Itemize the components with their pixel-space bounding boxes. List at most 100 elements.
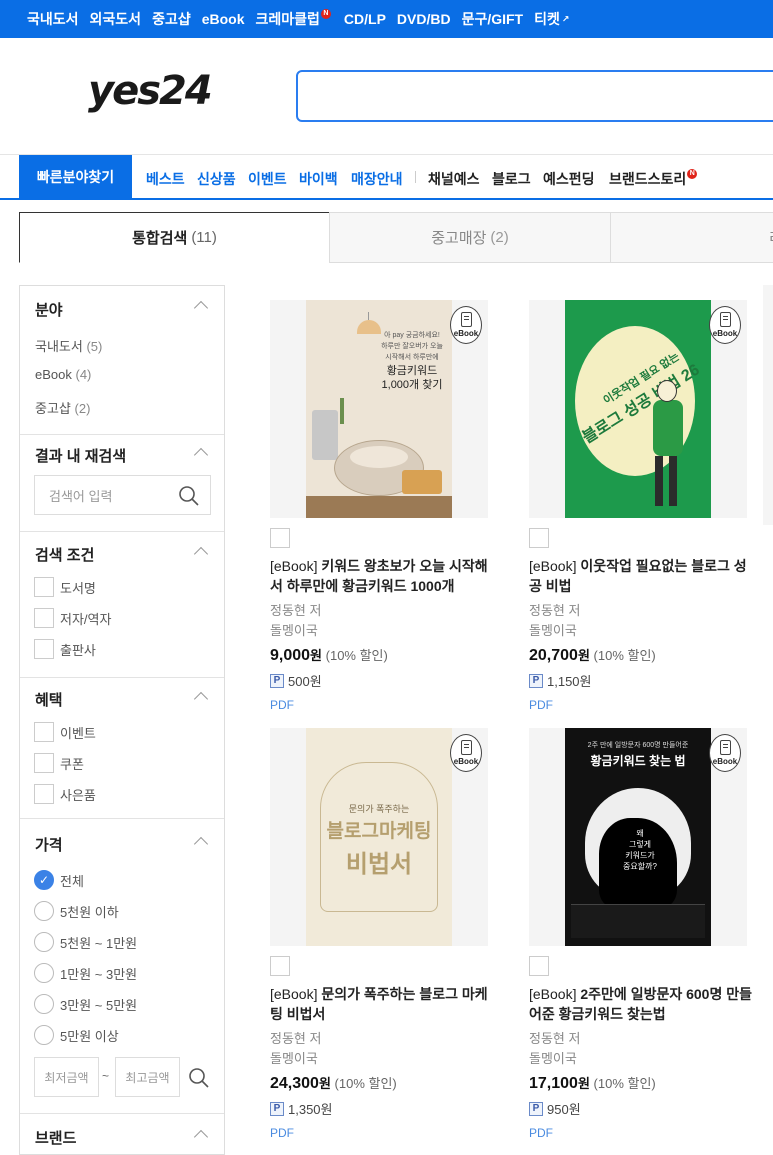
tab-label: 중고매장	[431, 230, 487, 247]
price-radio-10k-30k[interactable]: 1만원 ~ 3만원	[34, 963, 137, 983]
price-radio-under-5k[interactable]: 5천원 이하	[34, 901, 119, 921]
checkbox[interactable]	[34, 784, 54, 804]
filter-field-item[interactable]: 중고샵 (2)	[35, 398, 90, 417]
tab-third[interactable]: 리	[610, 212, 773, 263]
product-author[interactable]: 정동현 저	[270, 600, 321, 619]
book-thumbnail[interactable]: 이웃작업 필요 없는 블로그 성공 비법 26 eBook	[529, 300, 747, 518]
product-select-checkbox[interactable]	[529, 956, 549, 976]
nav-event[interactable]: 이벤트	[248, 169, 287, 189]
filter-count: (5)	[86, 339, 103, 354]
collapse-caret-icon[interactable]	[193, 691, 209, 707]
price-search-icon[interactable]	[188, 1067, 210, 1089]
topnav-crema-club[interactable]: 크레마클럽 N	[256, 9, 333, 29]
collapse-caret-icon[interactable]	[193, 1129, 209, 1145]
product-publisher[interactable]: 돌멩이국	[270, 620, 318, 639]
topnav-cd-lp[interactable]: CD/LP	[344, 11, 386, 27]
quick-category-button[interactable]: 빠른분야찾기	[19, 155, 132, 199]
benefit-coupon-checkbox[interactable]: 쿠폰	[34, 753, 84, 773]
topnav-ebook[interactable]: eBook	[202, 11, 245, 27]
checkbox[interactable]	[34, 753, 54, 773]
price-radio-30k-50k[interactable]: 3만원 ~ 5만원	[34, 994, 137, 1014]
radio-checked-icon[interactable]: ✓	[34, 870, 54, 890]
filter-price-section: 가격 ✓ 전체 5천원 이하 5천원 ~ 1만원 1만원 ~ 3만원 3만원 ~ …	[20, 818, 224, 1113]
radio-label: 1만원 ~ 3만원	[60, 966, 138, 982]
collapse-caret-icon[interactable]	[193, 447, 209, 463]
nav-channel-yes[interactable]: 채널예스	[428, 169, 480, 189]
radio[interactable]	[34, 1025, 54, 1045]
collapse-caret-icon[interactable]	[193, 546, 209, 562]
product-author[interactable]: 정동현 저	[529, 600, 580, 619]
condition-publisher-checkbox[interactable]: 출판사	[34, 639, 96, 659]
product-title[interactable]: [eBook] 이웃작업 필요없는 블로그 성공 비법	[529, 556, 759, 596]
book-thumbnail[interactable]: 아 pay 궁금하세요! 하루만 잘오버가 오늘 시작해서 하루만에 황금키워드…	[270, 300, 488, 518]
cover-text: 그렇게	[628, 840, 652, 849]
condition-title-checkbox[interactable]: 도서명	[34, 577, 96, 597]
cover-text: 비법서	[345, 849, 413, 878]
product-publisher[interactable]: 돌멩이국	[529, 620, 577, 639]
checkbox[interactable]	[34, 608, 54, 628]
book-cover: 문의가 폭주하는 블로그마케팅 비법서	[306, 728, 452, 946]
product-title[interactable]: [eBook] 키워드 왕초보가 오늘 시작해서 하루만에 황금키워드 1000…	[270, 556, 500, 596]
product-publisher[interactable]: 돌멩이국	[529, 1048, 577, 1067]
min-price-input[interactable]: 최저금액	[34, 1057, 99, 1097]
topnav-used-shop[interactable]: 중고샵	[152, 9, 191, 29]
collapse-caret-icon[interactable]	[193, 300, 209, 316]
main-search-input[interactable]	[296, 70, 773, 122]
benefit-gift-checkbox[interactable]: 사은품	[34, 784, 96, 804]
collapse-caret-icon[interactable]	[193, 836, 209, 852]
product-title[interactable]: [eBook] 2주만에 일방문자 600명 만들어준 황금키워드 찾는법	[529, 984, 759, 1024]
book-thumbnail[interactable]: 문의가 폭주하는 블로그마케팅 비법서 eBook	[270, 728, 488, 946]
filter-field-item[interactable]: eBook (4)	[35, 367, 91, 382]
product-title[interactable]: [eBook] 문의가 폭주하는 블로그 마케팅 비법서	[270, 984, 500, 1024]
radio[interactable]	[34, 901, 54, 921]
filter-count: (4)	[75, 367, 92, 382]
product-format: PDF	[270, 698, 294, 712]
research-input[interactable]: 검색어 입력	[34, 475, 211, 515]
price-radio-all[interactable]: ✓ 전체	[34, 870, 84, 890]
product-format: PDF	[529, 698, 553, 712]
condition-author-checkbox[interactable]: 저자/역자	[34, 608, 111, 628]
benefit-event-checkbox[interactable]: 이벤트	[34, 722, 96, 742]
product-price: 24,300원 (10% 할인)	[270, 1073, 397, 1093]
tab-used-store[interactable]: 중고매장 (2)	[329, 212, 611, 263]
max-price-input[interactable]: 최고금액	[115, 1057, 180, 1097]
product-prefix: [eBook]	[270, 558, 318, 574]
nav-divider	[415, 171, 416, 183]
radio[interactable]	[34, 963, 54, 983]
product-select-checkbox[interactable]	[529, 528, 549, 548]
checkbox[interactable]	[34, 577, 54, 597]
price-value: 20,700	[529, 647, 578, 664]
product-publisher[interactable]: 돌멩이국	[270, 1048, 318, 1067]
nav-buyback[interactable]: 바이백	[299, 169, 338, 189]
product-author[interactable]: 정동현 저	[529, 1028, 580, 1047]
product-select-checkbox[interactable]	[270, 528, 290, 548]
radio[interactable]	[34, 994, 54, 1014]
yes24-logo[interactable]: yes24	[88, 68, 213, 114]
nav-yes-funding[interactable]: 예스펀딩	[543, 169, 595, 189]
nav-store-info[interactable]: 매장안내	[351, 169, 403, 189]
search-icon[interactable]	[178, 485, 200, 507]
topnav-dvd-bd[interactable]: DVD/BD	[397, 11, 451, 27]
nav-new[interactable]: 신상품	[197, 169, 236, 189]
price-radio-5k-10k[interactable]: 5천원 ~ 1만원	[34, 932, 137, 952]
product-select-checkbox[interactable]	[270, 956, 290, 976]
point-value: 1,350원	[288, 1102, 333, 1117]
nav-best[interactable]: 베스트	[146, 169, 185, 189]
checkbox[interactable]	[34, 722, 54, 742]
checkbox[interactable]	[34, 639, 54, 659]
nav-brand-story[interactable]: 브랜드스토리 N	[609, 169, 698, 189]
topnav-domestic-books[interactable]: 국내도서	[27, 9, 79, 29]
radio[interactable]	[34, 932, 54, 952]
price-radio-over-50k[interactable]: 5만원 이상	[34, 1025, 119, 1045]
book-thumbnail[interactable]: 2주 만에 일방문자 600명 만들어준 황금키워드 찾는 법 왜 그렇게 키워…	[529, 728, 747, 946]
product-author[interactable]: 정동현 저	[270, 1028, 321, 1047]
filter-field-item[interactable]: 국내도서 (5)	[35, 336, 102, 355]
topnav-foreign-books[interactable]: 외국도서	[90, 9, 142, 29]
topnav-stationery-gift[interactable]: 문구/GIFT	[462, 9, 524, 29]
ebook-badge-icon: eBook	[709, 734, 741, 772]
radio-label: 5만원 이상	[60, 1028, 119, 1044]
topnav-ticket[interactable]: 티켓 ↗	[534, 9, 569, 29]
tab-integrated-search[interactable]: 통합검색 (11)	[19, 212, 330, 263]
nav-blog[interactable]: 블로그	[492, 169, 531, 189]
filter-price-title: 가격	[35, 837, 63, 854]
